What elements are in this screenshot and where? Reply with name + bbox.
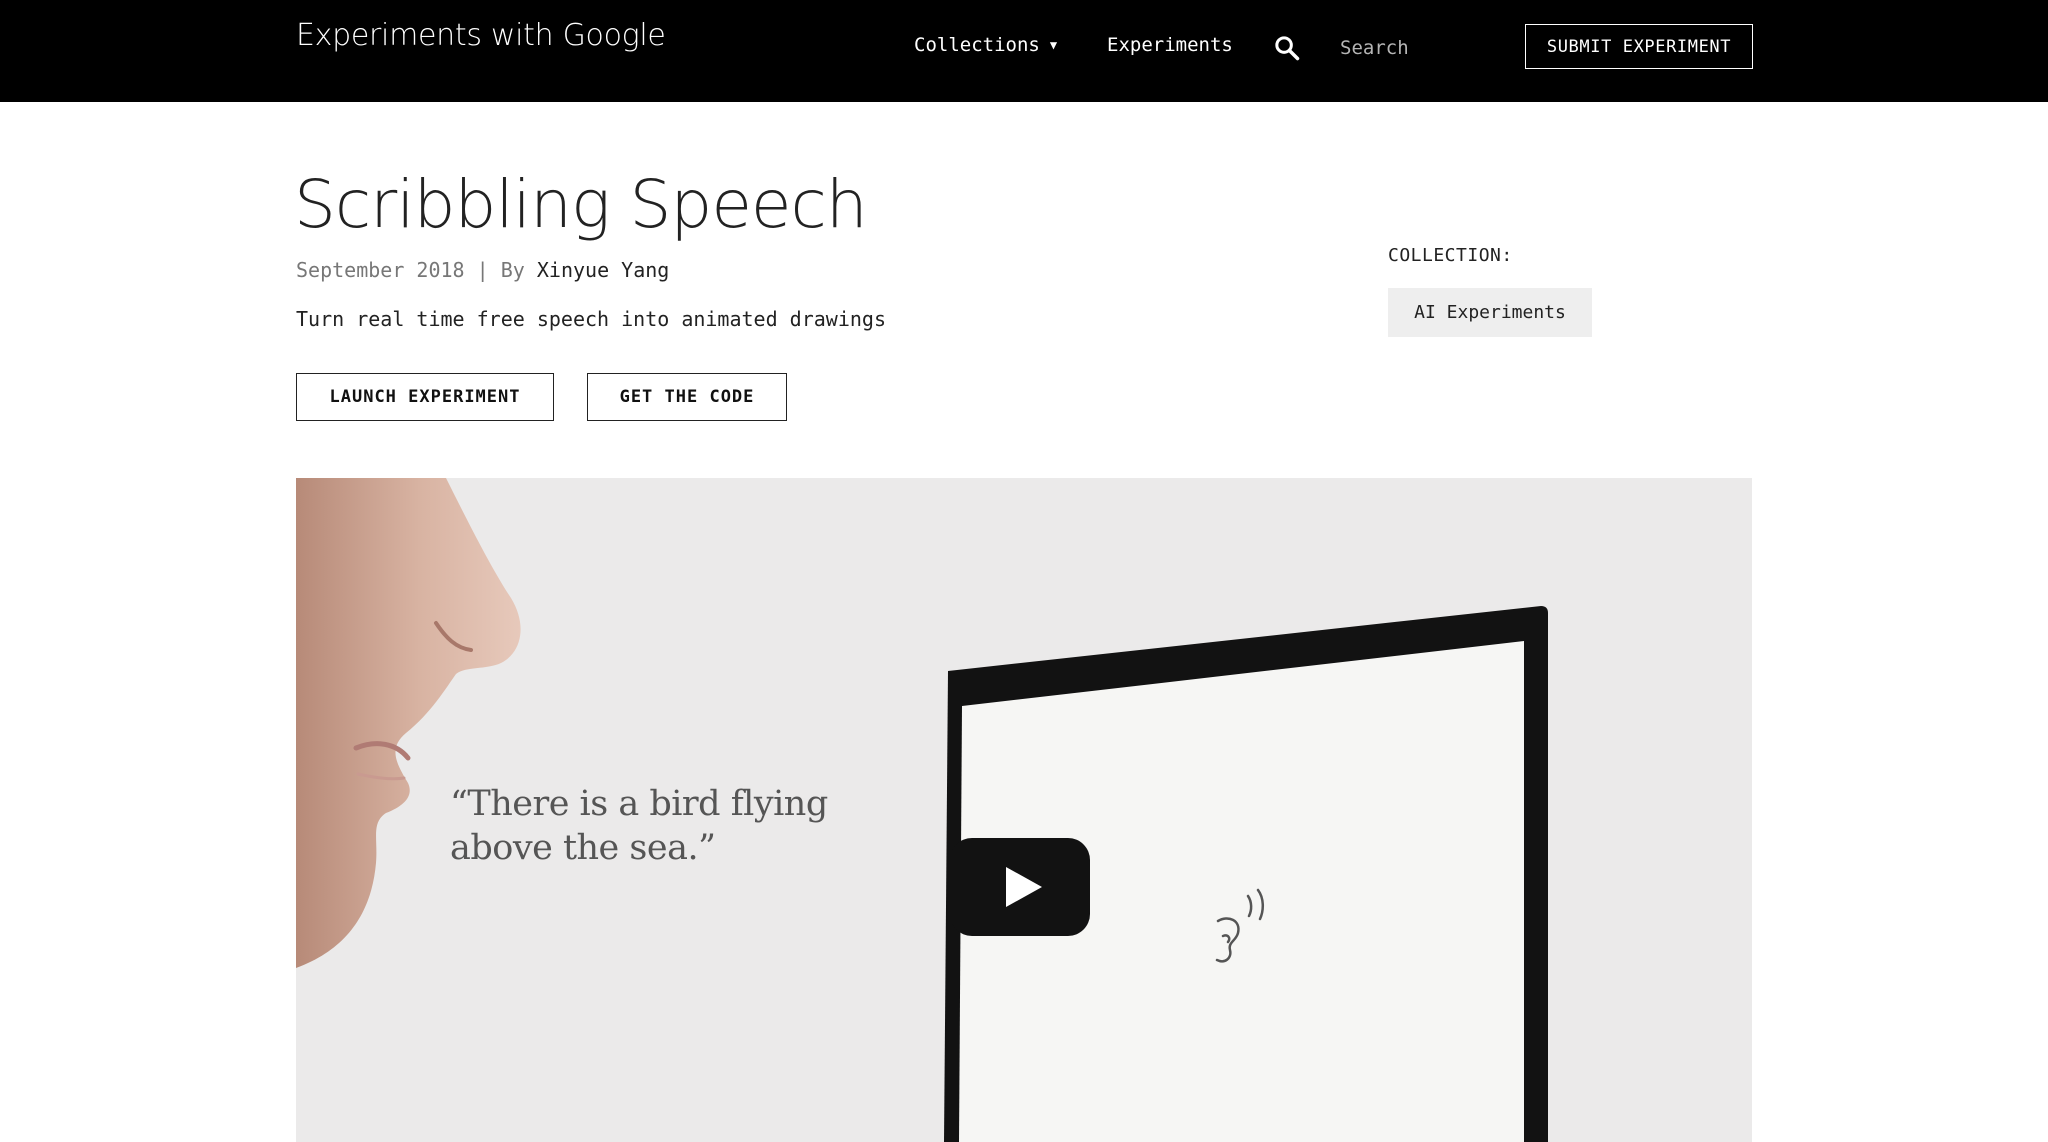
search-icon[interactable]	[1273, 34, 1301, 62]
top-nav-bar: Experiments with Google Collections ▼ Exp…	[0, 0, 2048, 102]
video-player[interactable]: “There is a bird flying above the sea.”	[296, 478, 1752, 1142]
publish-date: September 2018	[296, 258, 465, 282]
caret-down-icon: ▼	[1049, 38, 1058, 52]
nav-collections-menu[interactable]: Collections ▼	[914, 34, 1057, 56]
page-title: Scribbling Speech	[294, 166, 868, 243]
face-profile-image	[296, 478, 521, 968]
get-the-code-button[interactable]: GET THE CODE	[587, 373, 787, 421]
meta-separator: |	[476, 258, 489, 282]
quote-line-2: above the sea.”	[450, 828, 716, 868]
submit-experiment-button[interactable]: SUBMIT EXPERIMENT	[1525, 24, 1753, 69]
collection-chip[interactable]: AI Experiments	[1388, 288, 1592, 337]
site-logo[interactable]: Experiments with Google	[296, 18, 666, 53]
video-quote-caption: “There is a bird flying above the sea.”	[450, 782, 828, 870]
quote-line-1: “There is a bird flying	[450, 784, 828, 824]
author-name[interactable]: Xinyue Yang	[537, 258, 669, 282]
launch-experiment-button[interactable]: LAUNCH EXPERIMENT	[296, 373, 554, 421]
by-label: By	[500, 258, 525, 282]
nav-collections-label: Collections	[914, 34, 1040, 56]
experiment-meta: September 2018 | By Xinyue Yang	[296, 258, 669, 282]
nav-experiments-link[interactable]: Experiments	[1107, 34, 1233, 56]
collection-label: COLLECTION:	[1388, 245, 1513, 266]
experiment-description: Turn real time free speech into animated…	[296, 307, 887, 331]
play-icon	[1006, 867, 1042, 907]
play-button[interactable]	[950, 838, 1090, 936]
search-input[interactable]	[1340, 28, 1500, 68]
